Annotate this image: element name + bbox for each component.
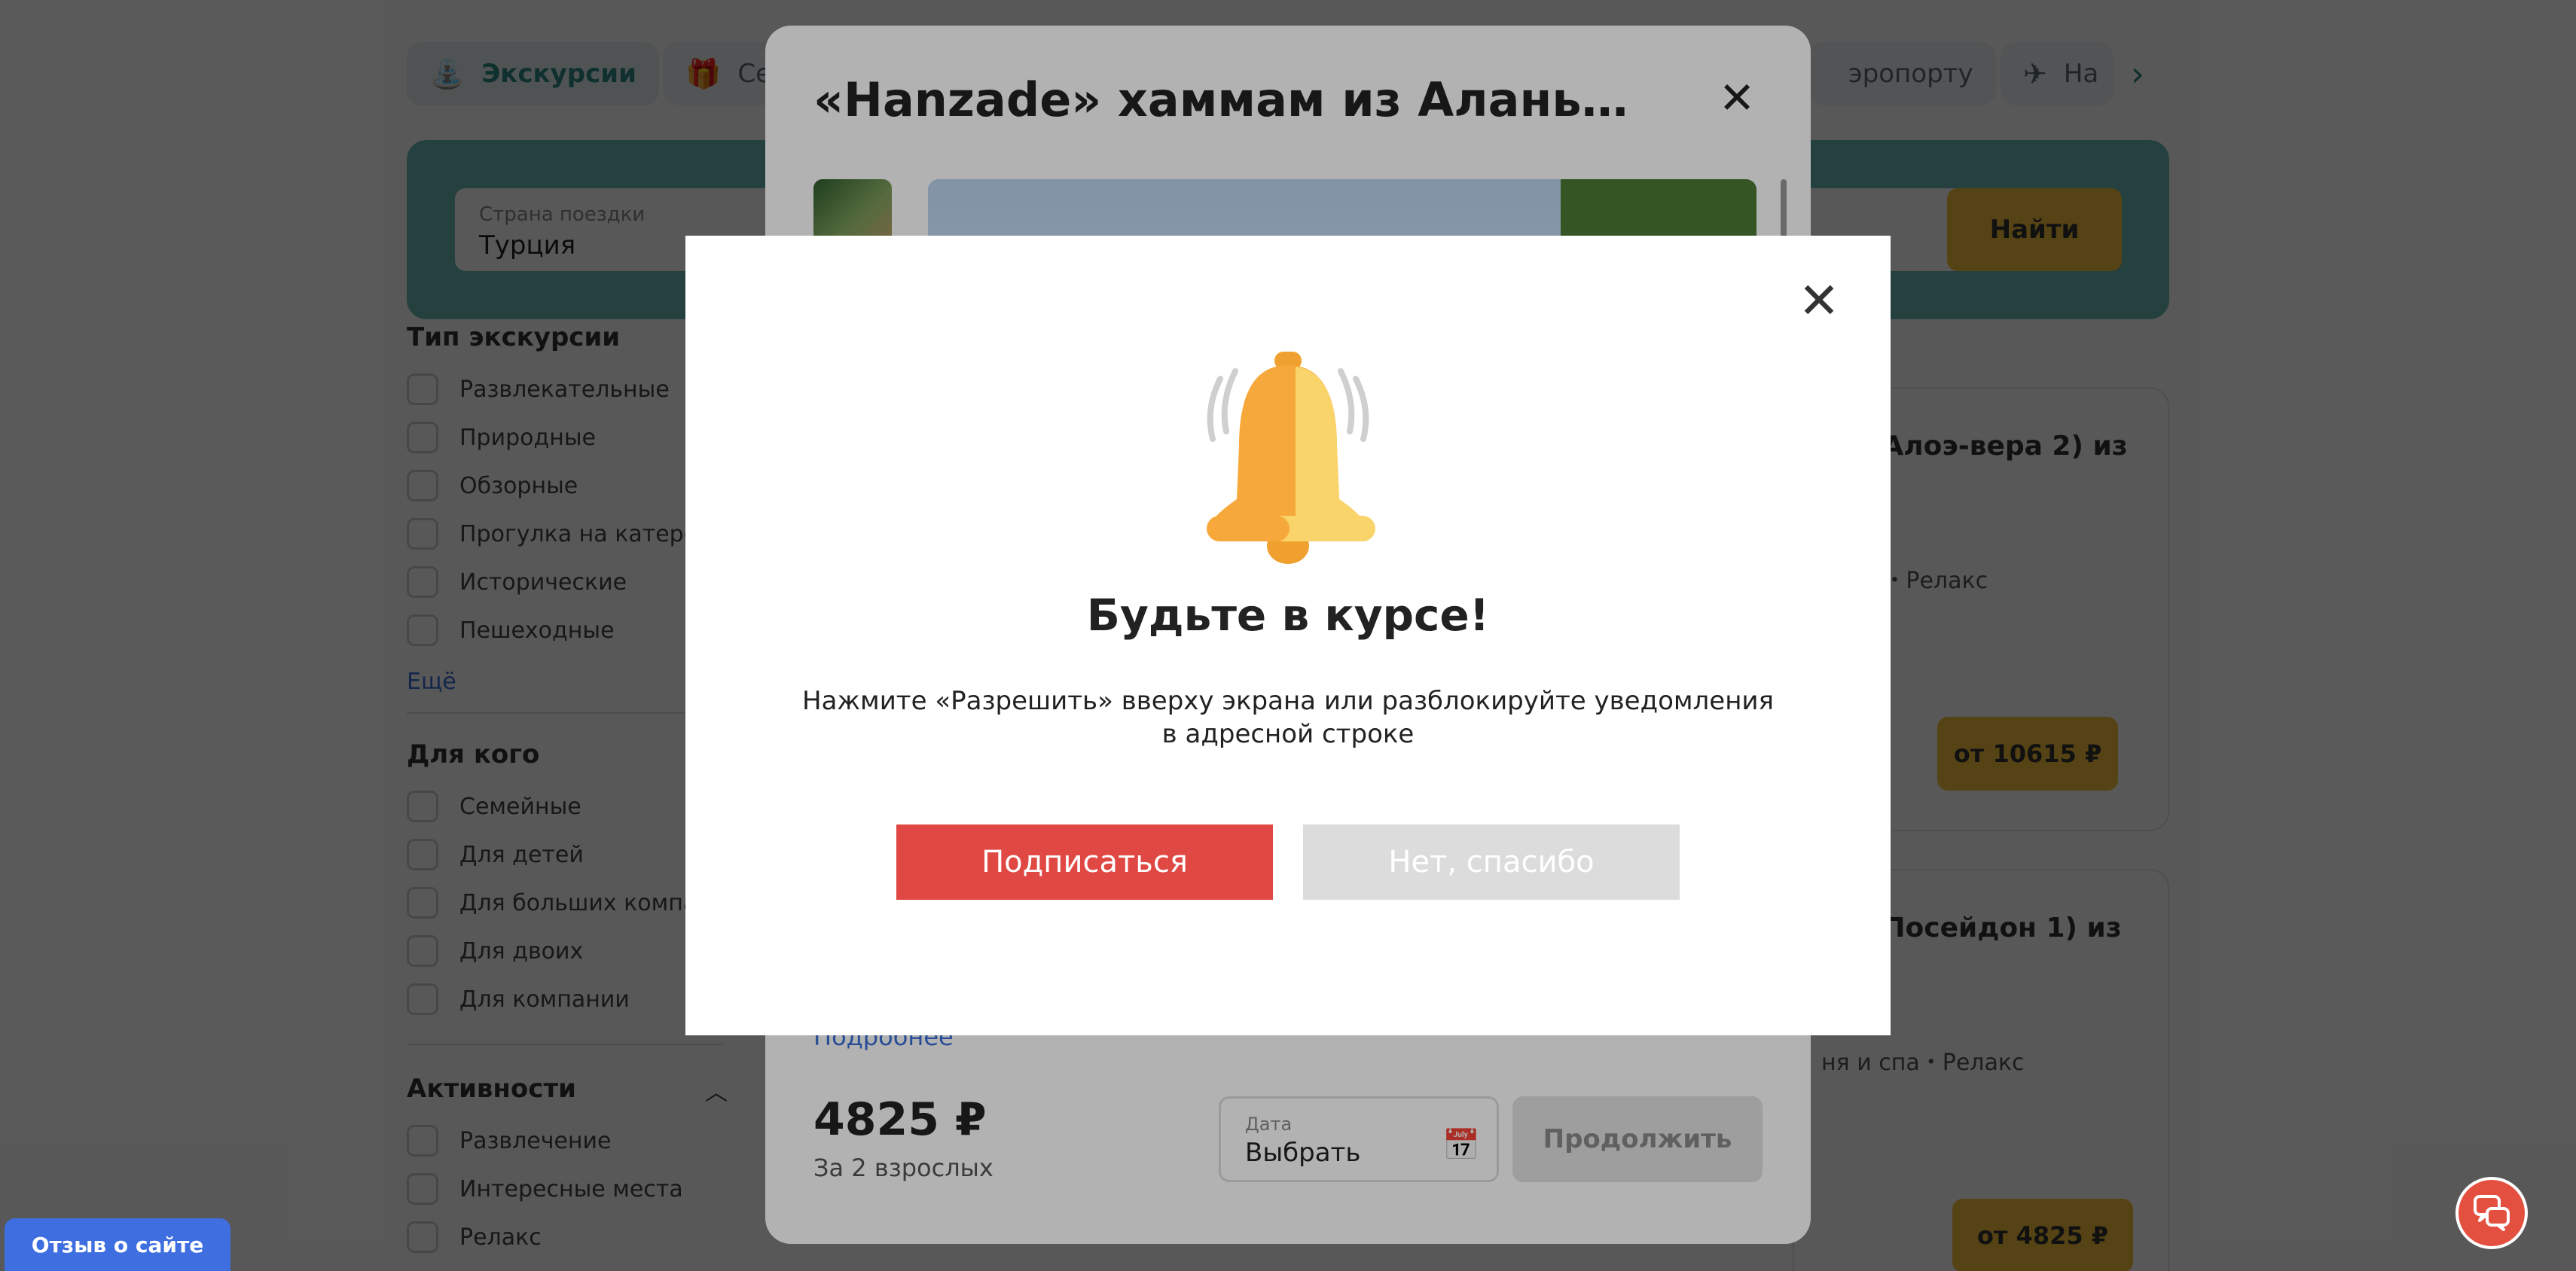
dialog-text: Нажмите «Разрешить» вверху экрана или ра… bbox=[802, 686, 1774, 749]
chat-icon bbox=[2474, 1195, 2510, 1231]
bell-icon bbox=[1207, 352, 1375, 564]
notification-dialog: ✕ Будьте в курсе! Нажмите «Разрешить» вв… bbox=[685, 236, 1891, 1035]
subscribe-button[interactable]: Подписаться bbox=[896, 824, 1273, 900]
feedback-button[interactable]: Отзыв о сайте bbox=[5, 1218, 230, 1271]
decline-button[interactable]: Нет, спасибо bbox=[1303, 824, 1680, 900]
chat-button[interactable] bbox=[2455, 1177, 2528, 1249]
close-icon[interactable]: ✕ bbox=[1793, 275, 1845, 328]
dialog-title: Будьте в курсе! bbox=[1086, 590, 1490, 641]
